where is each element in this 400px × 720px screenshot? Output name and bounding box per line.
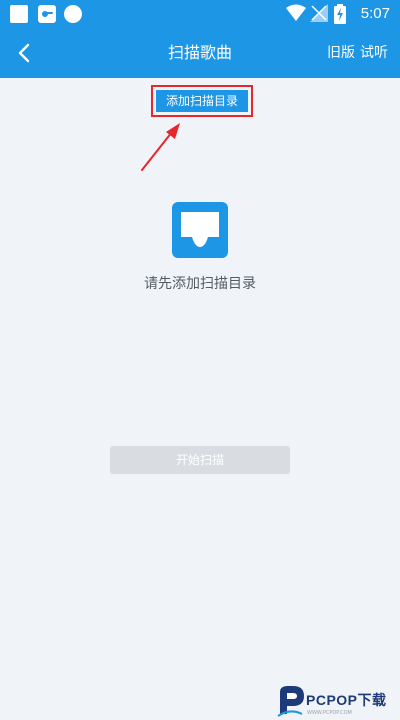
listen-button[interactable]: 试听 [360,42,388,64]
add-scan-directory-button[interactable]: 添加扫描目录 [156,90,248,112]
empty-state-message: 请先添加扫描目录 [144,276,256,292]
battery-charging-icon [334,4,346,28]
notification-square-icon [10,5,28,27]
old-version-button[interactable]: 旧版 [327,42,355,64]
signal-icon [310,4,328,26]
circle-notification-icon [64,5,82,27]
back-button[interactable] [8,36,42,70]
wifi-icon [286,4,306,26]
chevron-left-icon [18,43,30,63]
annotation-arrow-icon [141,123,180,171]
page-title: 扫描歌曲 [167,43,232,62]
add-directory-highlight: 添加扫描目录 [151,85,253,117]
empty-inbox-icon [172,202,228,258]
watermark-url: WWW.PCPOP.COM [307,710,352,716]
status-time: 5:07 [360,5,390,22]
start-scan-button[interactable]: 开始扫描 [110,446,290,474]
toolbar: 扫描歌曲 旧版 试听 [0,28,400,78]
status-bar: 5:07 [0,0,400,28]
app-notification-icon [38,5,56,27]
app-header: 5:07 扫描歌曲 旧版 试听 [0,0,400,78]
watermark-brand: PCPOP下载 [306,692,387,708]
pcpop-logo-icon [277,686,304,717]
watermark: PCPOP下载 WWW.PCPOP.COM [276,684,400,720]
